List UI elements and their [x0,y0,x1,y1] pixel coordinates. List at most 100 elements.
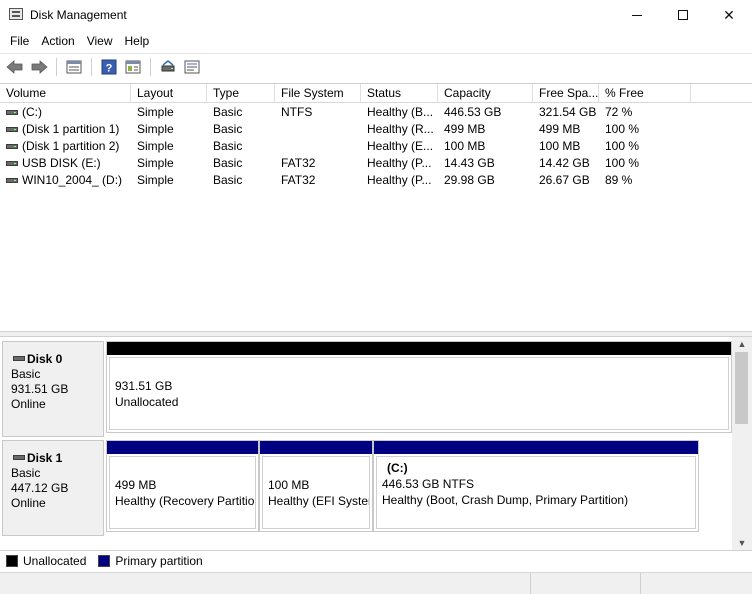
cell-status: Healthy (R... [367,122,434,136]
rescan-disks-button[interactable] [157,56,179,78]
maximize-button[interactable] [660,0,706,30]
svg-text:?: ? [106,62,113,74]
close-icon: ✕ [723,6,735,23]
cell-layout: Simple [137,156,174,170]
toolbar-separator [56,57,57,76]
partition-body: 499 MB Healthy (Recovery Partitio [109,456,256,529]
volume-row[interactable]: (Disk 1 partition 1) Simple Basic Health… [0,121,752,138]
cell-type: Basic [213,122,243,136]
partition-body: 100 MB Healthy (EFI Syster [262,456,370,529]
properties-list-button[interactable] [63,56,85,78]
disk-label[interactable]: Disk 0 Basic 931.51 GB Online [2,341,104,437]
disk-type: Basic [11,466,41,480]
legend-swatch-unallocated [6,554,18,567]
disk-name: Disk 1 [11,451,103,466]
partition-efi[interactable]: 100 MB Healthy (EFI Syster [259,440,373,532]
partition-body: (C:) 446.53 GB NTFS Healthy (Boot, Crash… [376,456,696,529]
window-title: Disk Management [30,8,127,22]
column-header-file-system[interactable]: File System [275,84,361,103]
settings-icon [184,60,200,73]
cell-status: Healthy (P... [367,173,432,187]
cell-layout: Simple [137,173,174,187]
volume-row[interactable]: WIN10_2004_ (D:) Simple Basic FAT32 Heal… [0,172,752,189]
snapin-button[interactable] [122,56,144,78]
status-bar [0,572,752,594]
partition-unallocated[interactable]: 931.51 GB Unallocated [106,341,732,433]
cell-type: Basic [213,156,243,170]
help-icon: ? [101,59,117,74]
volume-row[interactable]: (C:) Simple Basic NTFS Healthy (B... 446… [0,104,752,121]
title-bar: Disk Management ✕ [0,0,752,30]
partition-bar [107,342,731,355]
forward-button[interactable] [28,56,50,78]
toolbar-separator [150,57,151,76]
column-header-volume[interactable]: Volume [0,84,131,103]
column-header-capacity[interactable]: Capacity [438,84,533,103]
properties-list-icon [66,60,82,73]
partition-status: Healthy (Boot, Crash Dump, Primary Parti… [382,493,629,507]
forward-icon [31,59,48,74]
partition-bar [374,441,698,454]
cell-capacity: 446.53 GB [444,105,502,119]
disk-name-text: Disk 1 [27,451,63,465]
rescan-disks-icon [161,59,175,71]
volume-row[interactable]: (Disk 1 partition 2) Simple Basic Health… [0,138,752,155]
menu-view[interactable]: View [81,30,119,52]
disk-row-1: Disk 1 Basic 447.12 GB Online 499 MB Hea… [2,440,732,536]
disk-name-text: Disk 0 [27,352,63,366]
partition-recovery[interactable]: 499 MB Healthy (Recovery Partitio [106,440,259,532]
cell-file-system: NTFS [281,105,313,119]
legend-swatch-primary [98,554,111,567]
cell-free-space: 26.67 GB [539,173,590,187]
column-header-type[interactable]: Type [207,84,275,103]
menu-file[interactable]: File [4,30,35,52]
cell-percent-free: 100 % [605,156,640,170]
cell-volume: USB DISK (E:) [22,156,101,170]
cell-percent-free: 89 % [605,173,633,187]
disk-label[interactable]: Disk 1 Basic 447.12 GB Online [2,440,104,536]
close-button[interactable]: ✕ [706,0,752,30]
partition-size: 931.51 GB [115,379,173,393]
disk-state: Online [11,496,46,510]
cell-percent-free: 72 % [605,105,633,119]
cell-free-space: 499 MB [539,122,581,136]
cell-status: Healthy (B... [367,105,434,119]
cell-file-system [275,121,361,138]
cell-capacity: 499 MB [444,122,486,136]
menu-help[interactable]: Help [119,30,156,52]
disk-name: Disk 0 [11,352,103,367]
back-button[interactable] [4,56,26,78]
partition-status: Healthy (EFI Syster [268,494,370,508]
legend: Unallocated Primary partition [0,550,752,570]
volume-list[interactable]: Volume Layout Type File System Status Ca… [0,83,752,331]
help-button[interactable]: ? [98,56,120,78]
disk-icon [13,356,25,361]
cell-volume: (Disk 1 partition 2) [22,139,120,153]
disk-view-scrollbar[interactable]: ▲ ▼ [732,337,752,550]
partition-size: 499 MB [115,478,157,492]
scroll-down-icon[interactable]: ▼ [732,536,752,550]
column-header-percent-free[interactable]: % Free [599,84,691,103]
status-pane [640,573,752,594]
column-header-status[interactable]: Status [361,84,438,103]
partition-status: Unallocated [115,395,179,409]
menu-action[interactable]: Action [35,30,80,52]
volume-row[interactable]: USB DISK (E:) Simple Basic FAT32 Healthy… [0,155,752,172]
cell-layout: Simple [137,105,174,119]
cell-type: Basic [213,173,243,187]
cell-percent-free: 100 % [605,139,640,153]
settings-button[interactable] [181,56,203,78]
disk-icon [13,455,25,460]
column-header-free-space[interactable]: Free Spa... [533,84,599,103]
scroll-thumb[interactable] [735,352,748,424]
cell-free-space: 14.42 GB [539,156,590,170]
cell-capacity: 100 MB [444,139,486,153]
partition-c-drive[interactable]: (C:) 446.53 GB NTFS Healthy (Boot, Crash… [373,440,699,532]
partition-size: 100 MB [268,478,310,492]
cell-status: Healthy (P... [367,156,432,170]
cell-type: Basic [213,105,243,119]
column-header-layout[interactable]: Layout [131,84,207,103]
scroll-up-icon[interactable]: ▲ [732,337,752,351]
minimize-button[interactable] [614,0,660,30]
cell-file-system: FAT32 [281,156,316,170]
